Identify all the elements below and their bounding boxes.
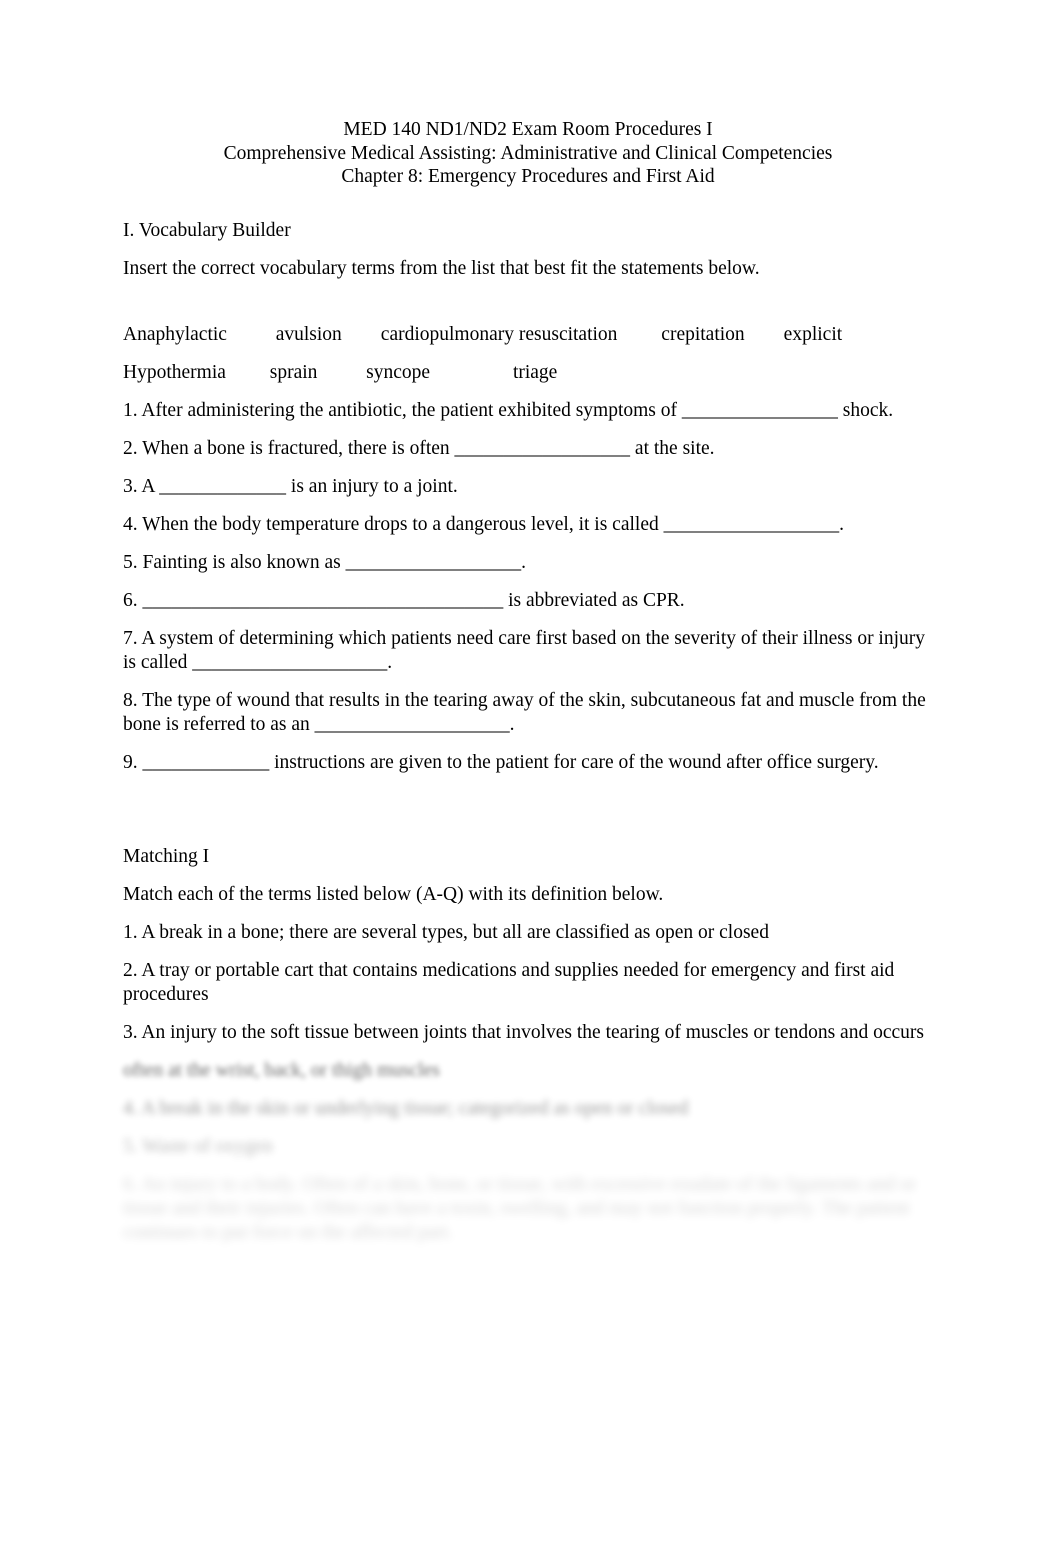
matching-item-3: 3. An injury to the soft tissue between … xyxy=(123,1021,924,1043)
spacer-before-matching xyxy=(123,789,933,845)
title-line-chapter: Chapter 8: Emergency Procedures and Firs… xyxy=(341,166,715,187)
obscured-line-1: often at the wrist, back, or thigh muscl… xyxy=(123,1059,440,1081)
obscured-line-4: 6. An injury to a body. Often of a skin,… xyxy=(123,1173,917,1243)
spacer-before-word-bank xyxy=(123,295,933,323)
document-title-block: MED 140 ND1/ND2 Exam Room Procedures I C… xyxy=(123,118,933,189)
vocabulary-item-8: 8. The type of wound that results in the… xyxy=(123,689,926,735)
vocabulary-item-3: 3. A _____________ is an injury to a joi… xyxy=(123,475,458,497)
vocabulary-item-5: 5. Fainting is also known as ___________… xyxy=(123,551,526,573)
matching-item-2: 2. A tray or portable cart that contains… xyxy=(123,959,895,1005)
obscured-preview-region: often at the wrist, back, or thigh muscl… xyxy=(123,1059,933,1245)
obscured-line-3: 5. Waste of oxygen xyxy=(123,1135,273,1157)
vocabulary-instruction: Insert the correct vocabulary terms from… xyxy=(123,257,760,279)
word-bank-row-2: Hypothermia sprain syncope triage xyxy=(123,361,558,383)
vocabulary-item-1: 1. After administering the antibiotic, t… xyxy=(123,399,894,421)
document-content: MED 140 ND1/ND2 Exam Room Procedures I C… xyxy=(123,118,933,1259)
vocabulary-item-9: 9. _____________ instructions are given … xyxy=(123,751,879,773)
vocabulary-section-heading: I. Vocabulary Builder xyxy=(123,219,291,241)
title-line-textbook: Comprehensive Medical Assisting: Adminis… xyxy=(223,142,833,164)
title-line-course: MED 140 ND1/ND2 Exam Room Procedures I xyxy=(343,119,713,140)
word-bank-row-1: Anaphylactic avulsion cardiopulmonary re… xyxy=(123,323,843,345)
matching-item-1: 1. A break in a bone; there are several … xyxy=(123,921,769,943)
matching-instruction: Match each of the terms listed below (A-… xyxy=(123,883,664,905)
document-page: MED 140 ND1/ND2 Exam Room Procedures I C… xyxy=(0,0,1062,1556)
vocabulary-item-7: 7. A system of determining which patient… xyxy=(123,627,926,673)
matching-section-heading: Matching I xyxy=(123,845,210,867)
obscured-line-2: 4. A break in the skin or underlying tis… xyxy=(123,1097,689,1119)
vocabulary-item-2: 2. When a bone is fractured, there is of… xyxy=(123,437,715,459)
vocabulary-item-6: 6. _____________________________________… xyxy=(123,589,685,611)
vocabulary-item-4: 4. When the body temperature drops to a … xyxy=(123,513,844,535)
